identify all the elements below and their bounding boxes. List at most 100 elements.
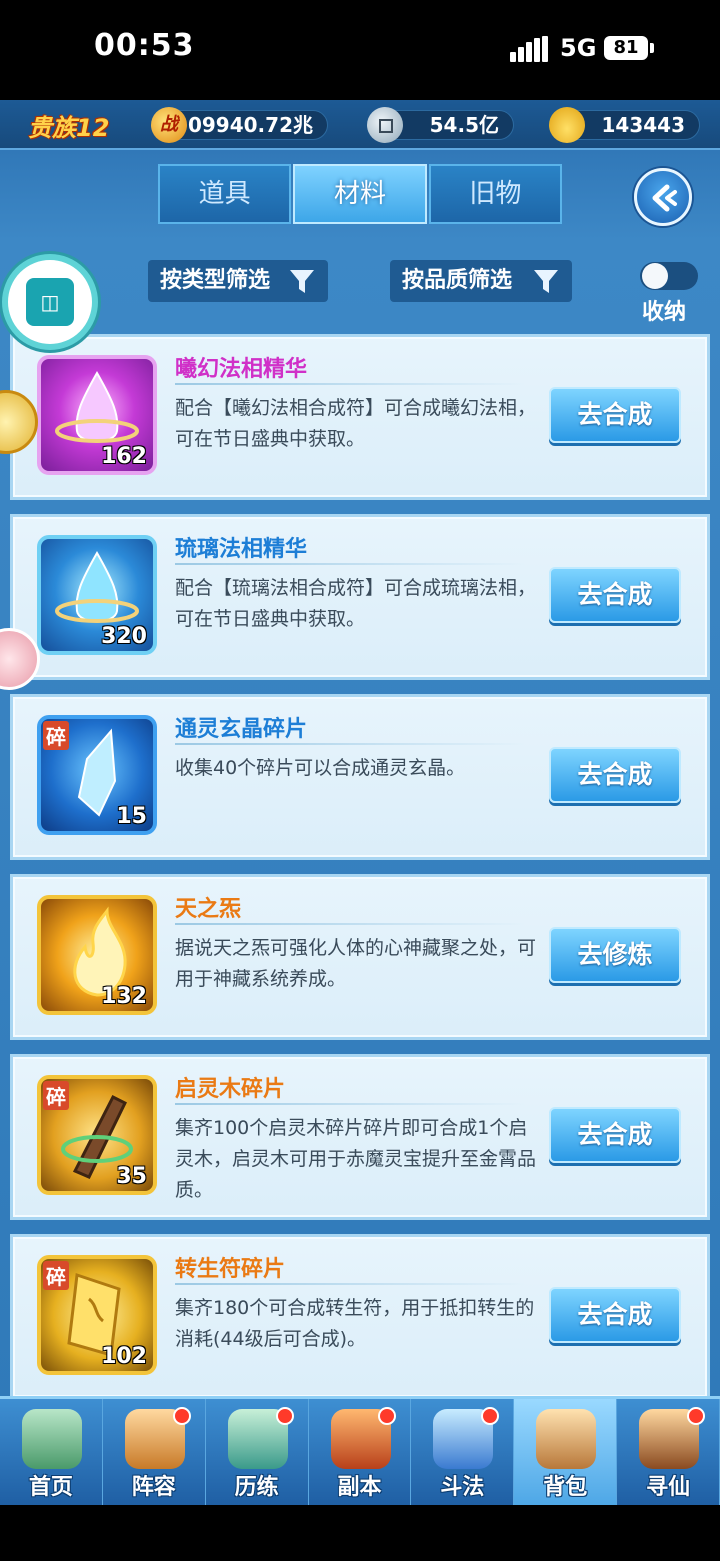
- divider: [175, 1103, 525, 1105]
- list-item: 碎 102 转生符碎片 集齐180个可合成转生符，用于抵扣转生的消耗(44级后可…: [10, 1234, 710, 1396]
- divider: [175, 563, 525, 565]
- home-island-icon: [22, 1409, 82, 1469]
- item-icon[interactable]: 碎 102: [37, 1255, 157, 1375]
- filter-by-quality-button[interactable]: 按品质筛选: [390, 260, 572, 302]
- synthesize-button[interactable]: 去合成: [549, 387, 681, 443]
- silver-currency: 54.5亿: [367, 107, 514, 143]
- item-name: 天之炁: [175, 897, 242, 922]
- funnel-icon: [534, 270, 558, 293]
- nav-dungeon[interactable]: 副本: [309, 1399, 412, 1505]
- combat-power-value: 309940.72兆: [174, 113, 313, 137]
- item-count: 320: [101, 624, 147, 649]
- item-icon[interactable]: 162: [37, 355, 157, 475]
- item-name: 启灵木碎片: [175, 1077, 286, 1102]
- gold-currency: 143443: [549, 107, 700, 143]
- item-name: 通灵玄晶碎片: [175, 717, 308, 742]
- nav-label: 阵容: [131, 1475, 176, 1500]
- material-list[interactable]: 162 曦幻法相精华 配合【曦幻法相合成符】可合成曦幻法相，可在节日盛典中获取。…: [10, 334, 710, 1396]
- backpack-screen: 贵族12 战 309940.72兆 54.5亿 143443 道具 材料 旧物 …: [0, 100, 720, 1505]
- fragment-tag: 碎: [43, 1261, 69, 1290]
- item-icon[interactable]: 碎 15: [37, 715, 157, 835]
- divider: [175, 383, 525, 385]
- item-icon[interactable]: 碎 35: [37, 1075, 157, 1195]
- synthesize-button[interactable]: 去合成: [549, 567, 681, 623]
- synthesize-button[interactable]: 去合成: [549, 1107, 681, 1163]
- list-item: 132 天之炁 据说天之炁可强化人体的心神藏聚之处，可用于神藏系统养成。 去修炼: [10, 874, 710, 1040]
- fragment-tag: 碎: [43, 721, 69, 750]
- bottom-navigation: 首页 阵容 历练 副本 斗法 背包 寻仙: [0, 1396, 720, 1505]
- combat-power: 战 309940.72兆: [151, 107, 328, 143]
- nav-duel[interactable]: 斗法: [411, 1399, 515, 1505]
- back-arrow-icon: [652, 184, 677, 212]
- backpack-bag-icon: [536, 1409, 597, 1469]
- item-count: 35: [116, 1164, 147, 1189]
- filter-by-type-button[interactable]: 按类型筛选: [148, 260, 328, 302]
- vip-level[interactable]: 贵族12: [28, 108, 109, 143]
- item-description: 配合【琉璃法相合成符】可合成琉璃法相，可在节日盛典中获取。: [175, 577, 537, 630]
- nav-label: 历练: [234, 1475, 279, 1500]
- divider: [175, 743, 525, 745]
- funnel-icon: [290, 270, 314, 293]
- system-gesture-bar: [0, 1505, 720, 1561]
- item-icon[interactable]: 320: [37, 535, 157, 655]
- item-count: 102: [101, 1344, 147, 1369]
- list-item: 碎 35 启灵木碎片 集齐100个启灵木碎片碎片即可合成1个启灵木，启灵木可用于…: [10, 1054, 710, 1220]
- battery-icon: 81: [604, 36, 654, 60]
- tab-materials[interactable]: 材料: [293, 164, 427, 224]
- nav-lineup[interactable]: 阵容: [103, 1399, 206, 1505]
- notification-dot: [172, 1407, 191, 1425]
- collapse-toggle[interactable]: [640, 262, 698, 290]
- cube-logo-icon: ◫: [26, 278, 74, 326]
- cultivate-button[interactable]: 去修炼: [549, 927, 681, 983]
- list-item: 碎 15 通灵玄晶碎片 收集40个碎片可以合成通灵玄晶。 去合成: [10, 694, 710, 860]
- item-icon[interactable]: 132: [37, 895, 157, 1015]
- filter-by-quality-label: 按品质筛选: [402, 268, 513, 293]
- nav-training[interactable]: 历练: [206, 1399, 309, 1505]
- synthesize-button[interactable]: 去合成: [549, 1287, 681, 1343]
- list-item: 162 曦幻法相精华 配合【曦幻法相合成符】可合成曦幻法相，可在节日盛典中获取。…: [10, 334, 710, 500]
- item-name: 转生符碎片: [175, 1257, 286, 1282]
- notification-dot: [687, 1407, 706, 1425]
- back-button[interactable]: [634, 168, 692, 226]
- tab-relics[interactable]: 旧物: [428, 164, 562, 224]
- clock: 00:53: [94, 28, 195, 63]
- item-count: 132: [101, 984, 147, 1009]
- list-item: 320 琉璃法相精华 配合【琉璃法相合成符】可合成琉璃法相，可在节日盛典中获取。…: [10, 514, 710, 680]
- nav-seek-immortal[interactable]: 寻仙: [617, 1399, 720, 1505]
- status-bar: 00:53 5G 81: [0, 0, 720, 100]
- silver-coin-icon: [367, 107, 403, 143]
- gold-value: 143443: [601, 113, 686, 137]
- item-name: 曦幻法相精华: [175, 357, 308, 382]
- gold-ingot-icon: [549, 107, 585, 143]
- signal-icon: [510, 36, 550, 62]
- item-description: 配合【曦幻法相合成符】可合成曦幻法相，可在节日盛典中获取。: [175, 397, 537, 450]
- nav-label: 背包: [543, 1475, 588, 1500]
- nav-label: 首页: [28, 1475, 73, 1500]
- divider: [175, 923, 525, 925]
- combat-power-icon: 战: [151, 107, 187, 143]
- item-name: 琉璃法相精华: [175, 537, 308, 562]
- item-description: 据说天之炁可强化人体的心神藏聚之处，可用于神藏系统养成。: [175, 937, 537, 990]
- item-description: 集齐180个可合成转生符，用于抵扣转生的消耗(44级后可合成)。: [175, 1297, 535, 1350]
- toggle-knob: [642, 263, 668, 289]
- item-description: 集齐100个启灵木碎片碎片即可合成1个启灵木，启灵木可用于赤魔灵宝提升至金霄品质…: [175, 1117, 537, 1201]
- divider: [175, 1283, 525, 1285]
- nav-label: 寻仙: [646, 1475, 691, 1500]
- item-description: 收集40个碎片可以合成通灵玄晶。: [175, 757, 466, 779]
- bag-tabs: 道具 材料 旧物: [158, 164, 564, 224]
- nav-backpack[interactable]: 背包: [514, 1399, 618, 1505]
- synthesize-button[interactable]: 去合成: [549, 747, 681, 803]
- item-count: 15: [116, 804, 147, 829]
- collapse-toggle-label: 收纳: [642, 300, 687, 325]
- floating-app-badge[interactable]: ◫: [2, 254, 98, 350]
- network-type: 5G: [560, 34, 597, 62]
- filter-by-type-label: 按类型筛选: [160, 268, 271, 293]
- notification-dot: [481, 1407, 500, 1425]
- tab-items[interactable]: 道具: [158, 164, 292, 224]
- notification-dot: [378, 1407, 397, 1425]
- nav-home[interactable]: 首页: [0, 1399, 103, 1505]
- item-count: 162: [101, 444, 147, 469]
- fragment-tag: 碎: [43, 1081, 69, 1110]
- notification-dot: [275, 1407, 294, 1425]
- nav-label: 副本: [337, 1475, 382, 1500]
